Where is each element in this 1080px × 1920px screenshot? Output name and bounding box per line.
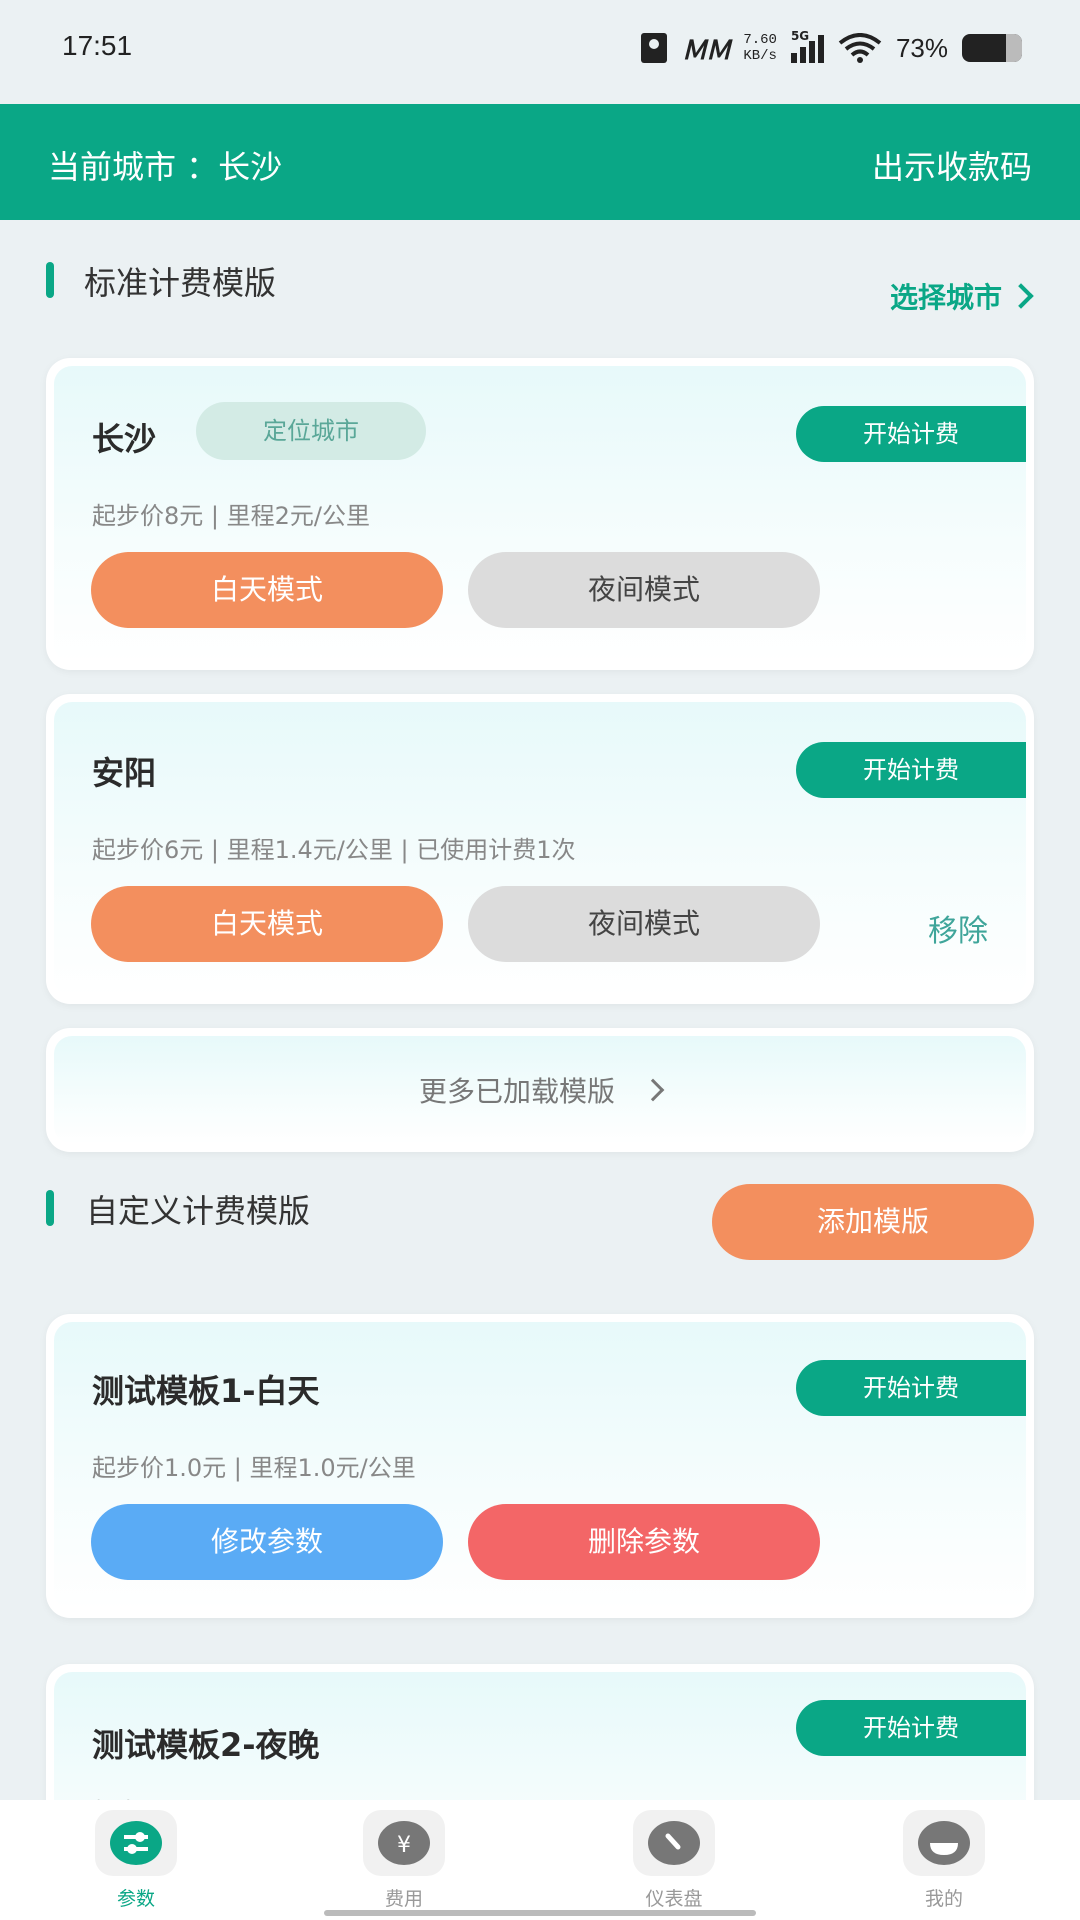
- night-mode-button[interactable]: 夜间模式: [468, 552, 820, 628]
- add-template-button[interactable]: 添加模版: [712, 1184, 1034, 1260]
- chevron-right-icon: [641, 1078, 665, 1102]
- start-billing-button[interactable]: 开始计费: [796, 1360, 1026, 1416]
- network-speed-unit: KB/s: [743, 48, 777, 64]
- nav-icon-bg: [903, 1810, 985, 1876]
- select-city-button[interactable]: 选择城市: [889, 276, 1034, 316]
- svg-text:¥: ¥: [397, 1833, 411, 1858]
- card-desc: 起步价1.0元 | 里程1.0元/公里: [92, 1454, 416, 1482]
- current-city: 当前城市 ：长沙: [48, 148, 283, 186]
- network-type: 5G: [790, 29, 810, 43]
- template-card-anyang: 安阳 开始计费 起步价6元 | 里程1.4元/公里 | 已使用计费1次 白天模式…: [46, 694, 1034, 1004]
- battery-icon: [962, 34, 1022, 62]
- select-city-label: 选择城市: [889, 281, 1002, 314]
- nav-icon-bg: ¥: [363, 1810, 445, 1876]
- m-app-icon: ＭＭ: [681, 34, 731, 65]
- nav-item-params[interactable]: 参数: [66, 1810, 206, 1911]
- night-mode-button[interactable]: 夜间模式: [468, 886, 820, 962]
- nav-label: 仪表盘: [645, 1888, 703, 1910]
- battery-percent: 73%: [895, 32, 948, 63]
- top-header: 当前城市 ：长沙 出示收款码: [0, 104, 1080, 220]
- standard-section-title: 标准计费模版: [84, 264, 277, 302]
- status-time: 17:51: [62, 30, 133, 61]
- card-desc: 起步价8元 | 里程2元/公里: [92, 502, 370, 530]
- nav-label: 我的: [924, 1888, 963, 1910]
- network-speed: 7.60 KB/s: [743, 32, 777, 64]
- dashboard-icon: [648, 1821, 700, 1865]
- profile-icon: [918, 1821, 970, 1865]
- home-indicator: [324, 1910, 756, 1916]
- more-templates-row[interactable]: 更多已加载模版: [54, 1070, 1026, 1110]
- delete-params-button[interactable]: 删除参数: [468, 1504, 820, 1580]
- template-card-changsha: 长沙 定位城市 开始计费 起步价8元 | 里程2元/公里 白天模式 夜间模式: [46, 358, 1034, 670]
- chevron-right-icon: [1008, 283, 1034, 309]
- network-speed-value: 7.60: [743, 32, 777, 48]
- status-bar: 17:51 ＭＭ 7.60 KB/s 5G 73%: [0, 0, 1080, 104]
- nav-label: 费用: [384, 1888, 423, 1910]
- custom-section-title: 自定义计费模版: [86, 1192, 311, 1230]
- nav-item-dashboard[interactable]: 仪表盘: [604, 1810, 744, 1911]
- card-title: 测试模板2-夜晚: [92, 1726, 320, 1764]
- locate-city-badge: 定位城市: [196, 402, 426, 460]
- nav-item-mine[interactable]: 我的: [874, 1810, 1014, 1911]
- status-icons: ＭＭ 7.60 KB/s 5G 73%: [641, 28, 1022, 68]
- nav-icon-bg: [633, 1810, 715, 1876]
- card-background: 长沙 定位城市 开始计费 起步价8元 | 里程2元/公里 白天模式 夜间模式: [54, 366, 1026, 662]
- card-desc: 起步价6元 | 里程1.4元/公里 | 已使用计费1次: [92, 836, 576, 864]
- card-background: 测试模板1-白天 开始计费 起步价1.0元 | 里程1.0元/公里 修改参数 删…: [54, 1322, 1026, 1610]
- start-billing-button[interactable]: 开始计费: [796, 1700, 1026, 1756]
- nav-label: 参数: [116, 1888, 155, 1910]
- section-accent-bar: [46, 1190, 54, 1226]
- card-title: 安阳: [92, 754, 157, 792]
- contact-card-icon: [641, 33, 668, 63]
- card-background: 更多已加载模版: [54, 1036, 1026, 1144]
- edit-params-button[interactable]: 修改参数: [91, 1504, 443, 1580]
- nav-item-fees[interactable]: ¥ 费用: [334, 1810, 474, 1911]
- show-qr-button[interactable]: 出示收款码: [872, 142, 1032, 188]
- bottom-nav: 参数 ¥ 费用 仪表盘 我的: [0, 1800, 1080, 1920]
- remove-button[interactable]: 移除: [928, 906, 988, 950]
- day-mode-button[interactable]: 白天模式: [91, 552, 443, 628]
- start-billing-button[interactable]: 开始计费: [796, 406, 1026, 462]
- wifi-icon: [838, 33, 882, 63]
- more-templates-label: 更多已加载模版: [418, 1075, 615, 1108]
- more-templates-card[interactable]: 更多已加载模版: [46, 1028, 1034, 1152]
- yuan-icon: ¥: [378, 1821, 430, 1865]
- day-mode-button[interactable]: 白天模式: [91, 886, 443, 962]
- card-title: 测试模板1-白天: [92, 1372, 320, 1410]
- card-title: 长沙: [92, 420, 157, 458]
- sliders-icon: [110, 1821, 162, 1865]
- section-accent-bar: [46, 262, 54, 298]
- start-billing-button[interactable]: 开始计费: [796, 742, 1026, 798]
- card-background: 安阳 开始计费 起步价6元 | 里程1.4元/公里 | 已使用计费1次 白天模式…: [54, 702, 1026, 996]
- custom-template-card-1: 测试模板1-白天 开始计费 起步价1.0元 | 里程1.0元/公里 修改参数 删…: [46, 1314, 1034, 1618]
- signal-icon: 5G: [790, 29, 824, 63]
- nav-icon-bg: [95, 1810, 177, 1876]
